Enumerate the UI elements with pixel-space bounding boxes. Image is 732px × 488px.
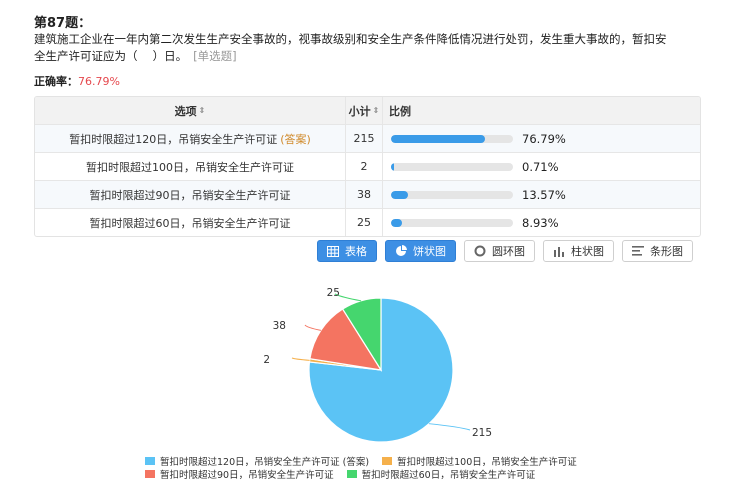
progress-bar [391, 162, 513, 171]
donut-icon [474, 245, 486, 257]
percent-text: 8.93% [522, 215, 559, 230]
bar-chart-icon [553, 245, 565, 257]
pie-view-label: 饼状图 [413, 245, 446, 258]
option-cell: 暂扣时限超过120日，吊销安全生产许可证 (答案) [35, 125, 346, 152]
percent-text: 76.79% [522, 131, 566, 146]
count-cell: 38 [346, 181, 383, 208]
label-connector [428, 423, 471, 431]
option-text: 暂扣时限超过100日，吊销安全生产许可证 [86, 160, 294, 174]
percent-text: 0.71% [522, 159, 559, 174]
accuracy-line: 正确率：76.79% [34, 73, 120, 89]
progress-bar [391, 190, 513, 199]
header-count[interactable]: 小计 ⇕ [346, 97, 383, 124]
table-row: 暂扣时限超过60日，吊销安全生产许可证 25 8.93% [35, 208, 700, 236]
count-cell: 215 [346, 125, 383, 152]
donut-view-button[interactable]: 圆环图 [464, 240, 535, 262]
option-text: 暂扣时限超过60日，吊销安全生产许可证 [89, 216, 291, 230]
percent-text: 13.57% [522, 187, 566, 202]
header-option[interactable]: 选项 ⇕ [35, 97, 346, 124]
option-cell: 暂扣时限超过100日，吊销安全生产许可证 [35, 153, 346, 180]
sort-icon[interactable]: ⇕ [373, 106, 380, 115]
donut-view-label: 圆环图 [492, 245, 525, 258]
header-option-label: 选项 [174, 104, 197, 118]
chart-legend: 暂扣时限超过120日，吊销安全生产许可证 (答案) 暂扣时限超过100日，吊销安… [145, 454, 665, 481]
legend-item[interactable]: 暂扣时限超过90日，吊销安全生产许可证 [145, 468, 334, 481]
ratio-cell: 76.79% [383, 125, 700, 152]
progress-bar-fill [391, 162, 395, 171]
question-body: 建筑施工企业在一年内第二次发生生产安全事故的，视事故级别和安全生产条件降低情况进… [34, 32, 667, 63]
bar-chart-view-button[interactable]: 柱状图 [543, 240, 614, 262]
option-text: 暂扣时限超过90日，吊销安全生产许可证 [89, 188, 291, 202]
legend-item[interactable]: 暂扣时限超过60日，吊销安全生产许可证 [346, 468, 536, 481]
legend-label: 暂扣时限超过90日，吊销安全生产许可证 [160, 470, 334, 481]
header-ratio-label: 比例 [389, 104, 411, 118]
legend-swatch [346, 470, 357, 478]
data-label: 25 [327, 287, 340, 299]
horizontal-bar-view-button[interactable]: 条形图 [622, 240, 693, 262]
progress-bar [391, 218, 513, 227]
table-view-button[interactable]: 表格 [317, 240, 377, 262]
table-row: 暂扣时限超过100日，吊销安全生产许可证 2 0.71% [35, 152, 700, 180]
ratio-cell: 0.71% [383, 153, 700, 180]
question-text: 建筑施工企业在一年内第二次发生生产安全事故的，视事故级别和安全生产条件降低情况进… [34, 31, 674, 65]
option-cell: 暂扣时限超过60日，吊销安全生产许可证 [35, 209, 346, 236]
option-text: 暂扣时限超过120日，吊销安全生产许可证 [69, 132, 278, 146]
progress-bar-fill [391, 134, 485, 143]
table-header-row: 选项 ⇕ 小计 ⇕ 比例 [35, 97, 700, 124]
legend-item[interactable]: 暂扣时限超过120日，吊销安全生产许可证 (答案) [145, 454, 370, 468]
table-row: 暂扣时限超过120日，吊销安全生产许可证 (答案) 215 76.79% [35, 124, 700, 152]
data-label: 215 [472, 427, 492, 439]
legend-swatch [145, 456, 155, 465]
option-cell: 暂扣时限超过90日，吊销安全生产许可证 [35, 181, 346, 208]
header-ratio: 比例 [383, 97, 700, 124]
ratio-cell: 8.93% [383, 209, 700, 236]
progress-bar-fill [391, 218, 402, 227]
question-type-badge: [单选题] [193, 49, 237, 63]
accuracy-label: 正确率： [34, 75, 78, 88]
legend-label: 暂扣时限超过100日，吊销安全生产许可证 [397, 456, 577, 468]
label-connector [304, 324, 322, 331]
question-number: 第87题： [34, 16, 92, 31]
legend-swatch [382, 456, 393, 465]
list-bars-icon [632, 245, 644, 257]
table-icon [327, 245, 339, 257]
view-toggle-group: 表格 饼状图 圆环图 柱状图 条形图 [317, 240, 693, 262]
results-table: 选项 ⇕ 小计 ⇕ 比例 暂扣时限超过120日，吊销安全生产许可证 (答案) 215 … [34, 96, 701, 237]
data-label: 38 [273, 320, 286, 332]
legend-label: 暂扣时限超过60日，吊销安全生产许可证 [361, 470, 536, 481]
legend-item[interactable]: 暂扣时限超过100日，吊销安全生产许可证 [382, 454, 577, 468]
answer-tag: (答案) [280, 132, 311, 146]
header-count-label: 小计 [348, 104, 371, 118]
horizontal-bar-view-label: 条形图 [650, 245, 683, 258]
accuracy-value: 76.79% [78, 75, 120, 88]
data-label: 2 [263, 354, 270, 366]
bar-chart-view-label: 柱状图 [571, 245, 604, 258]
progress-bar [391, 134, 513, 143]
legend-swatch [145, 470, 155, 478]
pie-icon [395, 245, 407, 257]
ratio-cell: 13.57% [383, 181, 700, 208]
label-connector [291, 357, 310, 361]
count-cell: 25 [346, 209, 383, 236]
progress-bar-fill [391, 190, 408, 199]
table-row: 暂扣时限超过90日，吊销安全生产许可证 38 13.57% [35, 180, 700, 208]
table-view-label: 表格 [345, 245, 367, 258]
count-cell: 2 [346, 153, 383, 180]
legend-label: 暂扣时限超过120日，吊销安全生产许可证 (答案) [160, 456, 370, 468]
pie-view-button[interactable]: 饼状图 [385, 240, 456, 262]
sort-icon[interactable]: ⇕ [199, 106, 206, 115]
